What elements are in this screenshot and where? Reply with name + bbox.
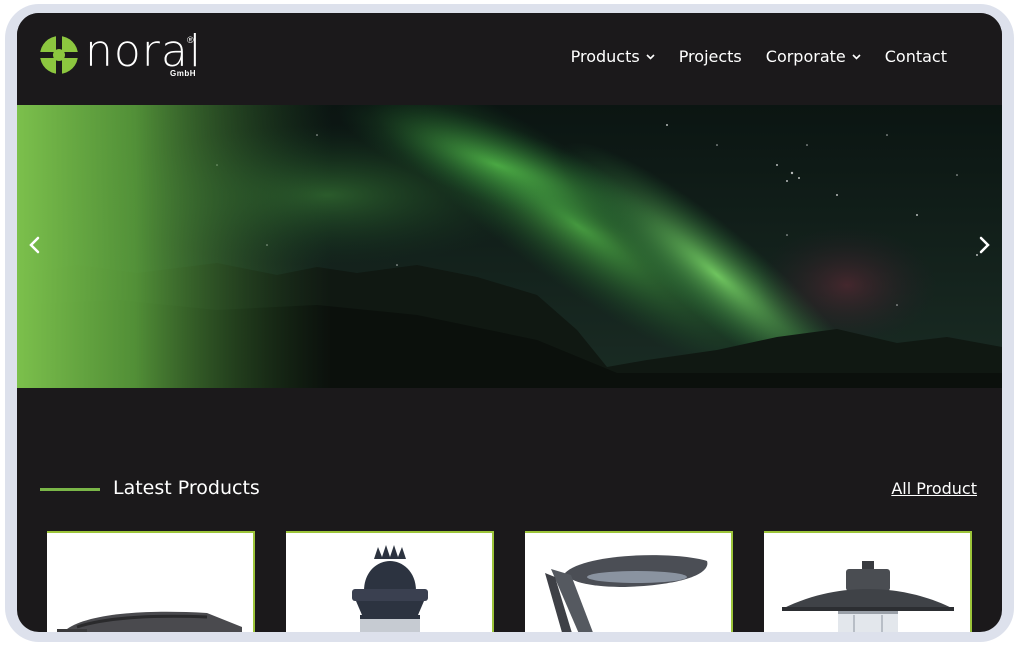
product-card[interactable] bbox=[525, 531, 733, 632]
nav-item-label: Contact bbox=[884, 47, 947, 66]
product-card[interactable] bbox=[286, 531, 494, 632]
hero-image bbox=[17, 105, 1002, 388]
nav-item-projects[interactable]: Projects bbox=[679, 47, 742, 66]
nav-item-label: Projects bbox=[678, 47, 742, 66]
pole-top-luminaire-image bbox=[545, 555, 708, 632]
browser-viewport: noral ® GmbH Products Projects Corporate… bbox=[17, 13, 1002, 632]
chevron-left-icon[interactable] bbox=[25, 233, 45, 257]
chevron-right-icon[interactable] bbox=[974, 233, 994, 257]
section-accent-line bbox=[40, 488, 100, 491]
logo-mark-icon bbox=[39, 35, 79, 75]
main-nav: Products Projects Corporate Contact bbox=[571, 47, 947, 66]
product-card[interactable] bbox=[764, 531, 972, 632]
all-products-link[interactable]: All Product bbox=[891, 478, 977, 500]
dome-pendant-light-image bbox=[782, 561, 954, 632]
hero-slider[interactable] bbox=[17, 105, 1002, 388]
chevron-down-icon bbox=[852, 53, 861, 60]
site-header: noral ® GmbH Products Projects Corporate… bbox=[17, 13, 1002, 105]
nav-item-label: Corporate bbox=[765, 47, 846, 66]
nav-item-contact[interactable]: Contact bbox=[885, 47, 947, 66]
registered-mark: ® bbox=[187, 35, 194, 45]
product-card[interactable] bbox=[47, 531, 255, 632]
decorative-lantern-image bbox=[352, 545, 428, 632]
nav-item-corporate[interactable]: Corporate bbox=[766, 47, 861, 66]
latest-products-header: Latest Products All Product bbox=[17, 475, 1002, 505]
brand-suffix: GmbH bbox=[170, 69, 196, 78]
section-title: Latest Products bbox=[113, 477, 260, 499]
brand-logo[interactable]: noral ® GmbH bbox=[39, 27, 201, 83]
nav-item-label: Products bbox=[570, 47, 640, 66]
nav-item-products[interactable]: Products bbox=[571, 47, 655, 66]
street-light-arm-image bbox=[57, 611, 242, 632]
chevron-down-icon bbox=[646, 53, 655, 60]
